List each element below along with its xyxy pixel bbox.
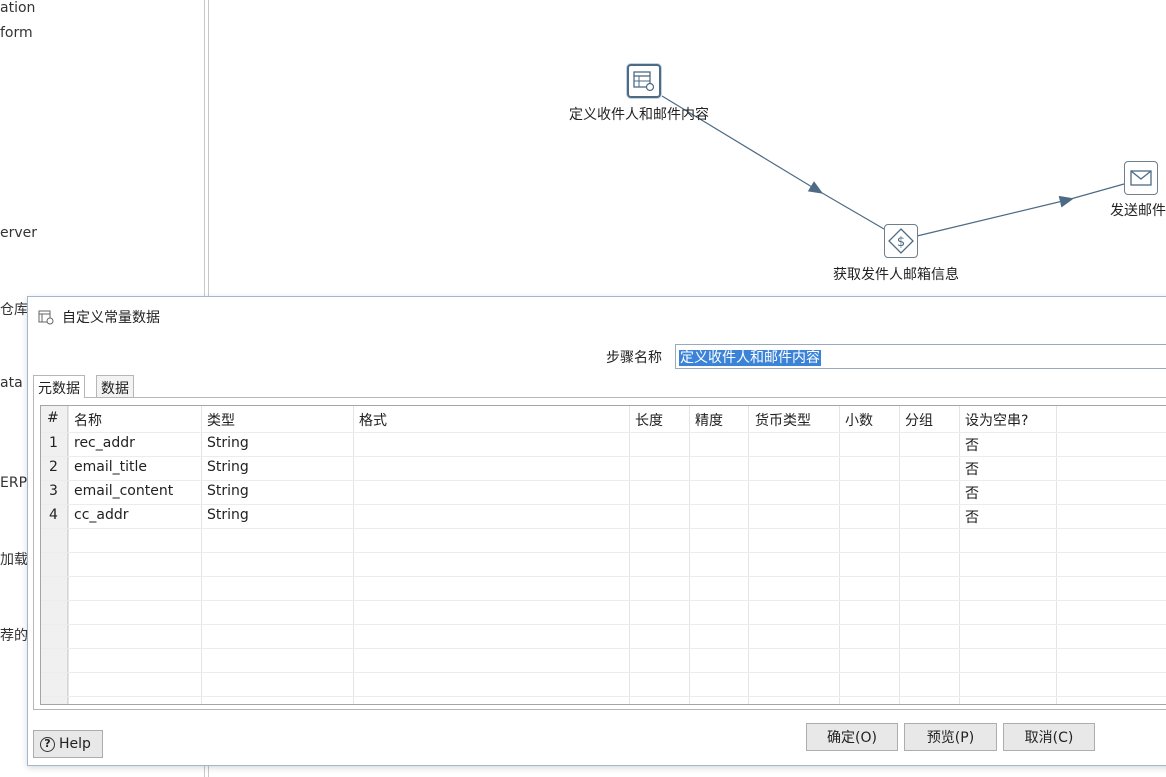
tree-item[interactable]: form <box>0 25 33 41</box>
column-header-length[interactable]: 长度 <box>635 410 663 430</box>
cell-set-empty[interactable]: 否 <box>965 507 979 527</box>
row-index: 1 <box>49 435 58 451</box>
tab-metadata[interactable]: 元数据 <box>33 375 85 398</box>
column-header-currency[interactable]: 货币类型 <box>755 410 811 430</box>
cell-name[interactable]: cc_addr <box>74 507 129 523</box>
column-header-decimal[interactable]: 小数 <box>845 410 873 430</box>
cell-type[interactable]: String <box>207 507 249 523</box>
tree-item[interactable]: ERP <box>0 475 27 491</box>
help-button-label: Help <box>59 736 91 752</box>
column-header-name[interactable]: 名称 <box>74 410 102 430</box>
svg-text:$: $ <box>897 235 905 250</box>
tree-item[interactable]: 加载 <box>0 549 28 569</box>
step-name-selected-text: 定义收件人和邮件内容 <box>679 350 821 366</box>
step-define-recipients[interactable] <box>627 64 661 98</box>
envelope-icon <box>1130 170 1152 186</box>
column-header-group[interactable]: 分组 <box>905 410 933 430</box>
row-index: 2 <box>49 459 58 475</box>
cell-name[interactable]: rec_addr <box>74 435 135 451</box>
cell-set-empty[interactable]: 否 <box>965 483 979 503</box>
data-grid-icon <box>38 310 54 325</box>
constant-data-dialog: 自定义常量数据 步骤名称 定义收件人和邮件内容 元数据 数据 # 名称 类型 格… <box>27 296 1166 766</box>
metadata-tab-panel: # 名称 类型 格式 长度 精度 货币类型 小数 分组 设为空串? 1 rec_… <box>33 397 1166 710</box>
step-label: 发送邮件 <box>1110 203 1166 219</box>
fields-table[interactable]: # 名称 类型 格式 长度 精度 货币类型 小数 分组 设为空串? 1 rec_… <box>40 405 1166 705</box>
column-header-format[interactable]: 格式 <box>359 410 387 430</box>
help-button[interactable]: ? Help <box>33 730 103 758</box>
ok-button[interactable]: 确定(O) <box>806 723 898 751</box>
step-name-input[interactable]: 定义收件人和邮件内容 <box>675 344 1166 369</box>
help-icon: ? <box>40 736 55 752</box>
tree-item[interactable]: 仓库 <box>0 299 28 319</box>
hop-line-2 <box>916 195 1075 237</box>
cell-set-empty[interactable]: 否 <box>965 459 979 479</box>
cancel-button[interactable]: 取消(C) <box>1003 723 1095 751</box>
preview-button[interactable]: 预览(P) <box>904 723 997 751</box>
dollar-script-icon: $ <box>888 228 914 254</box>
step-send-mail[interactable] <box>1124 161 1158 195</box>
cell-set-empty[interactable]: 否 <box>965 435 979 455</box>
data-grid-icon <box>633 71 655 92</box>
dialog-title: 自定义常量数据 <box>62 310 160 326</box>
step-label: 定义收件人和邮件内容 <box>569 107 709 123</box>
hop-line-1b <box>816 189 885 230</box>
tree-item[interactable]: 荐的 <box>0 625 28 645</box>
tree-item[interactable]: erver <box>0 225 37 241</box>
tree-item[interactable]: ata <box>0 375 23 391</box>
row-index: 4 <box>49 507 58 523</box>
dialog-title-bar[interactable]: 自定义常量数据 <box>38 307 160 327</box>
column-header-index[interactable]: # <box>47 410 59 426</box>
column-header-precision[interactable]: 精度 <box>695 410 723 430</box>
tree-item[interactable]: ation <box>0 0 35 16</box>
step-name-label: 步骤名称 <box>606 350 662 366</box>
cell-type[interactable]: String <box>207 435 249 451</box>
tab-folder: 元数据 数据 # 名称 类型 格式 长度 精度 货币类型 小数 分组 设为空串?… <box>33 375 1166 710</box>
step-get-sender-info[interactable]: $ <box>884 224 918 258</box>
tab-data[interactable]: 数据 <box>96 375 134 397</box>
row-index: 3 <box>49 483 58 499</box>
cell-name[interactable]: email_content <box>74 483 173 499</box>
column-header-type[interactable]: 类型 <box>207 410 235 430</box>
hop-line-2b <box>1066 183 1125 201</box>
step-label: 获取发件人邮箱信息 <box>833 267 959 283</box>
cell-type[interactable]: String <box>207 459 249 475</box>
column-header-set-empty[interactable]: 设为空串? <box>965 410 1028 430</box>
cell-name[interactable]: email_title <box>74 459 147 475</box>
cell-type[interactable]: String <box>207 483 249 499</box>
